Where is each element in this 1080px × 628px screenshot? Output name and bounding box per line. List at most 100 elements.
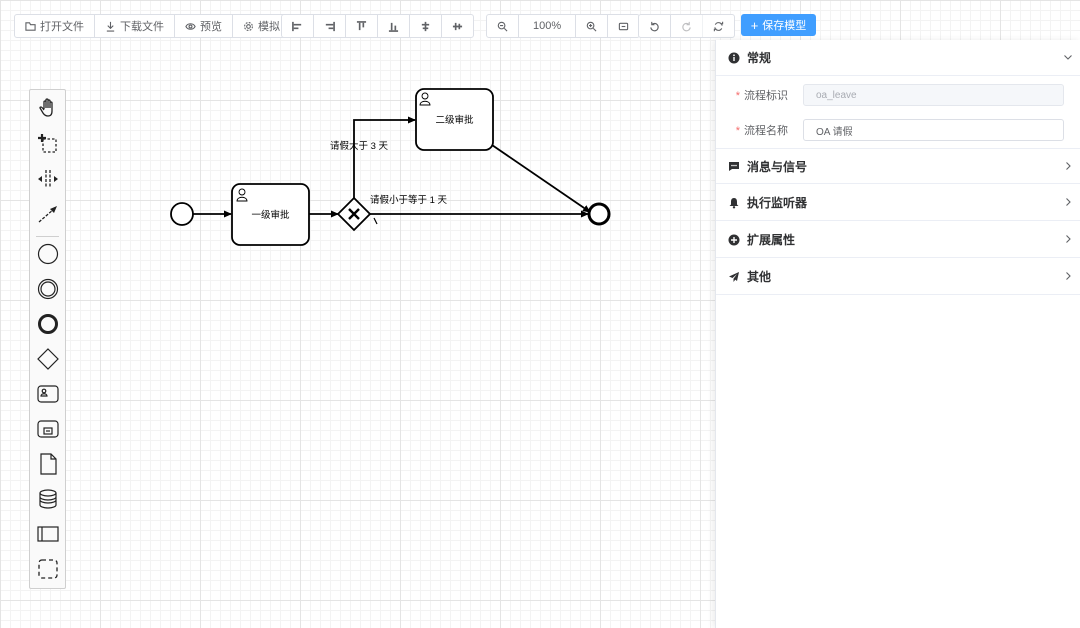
align-center-icon	[421, 21, 430, 31]
element-palette	[29, 89, 66, 589]
task-label: 一级审批	[251, 209, 290, 221]
section-extension-properties-title: 扩展属性	[747, 233, 796, 247]
chevron-right-icon	[1066, 272, 1071, 280]
gateway-icon	[36, 348, 59, 370]
bpmn-diagram[interactable]: 一级审批 二级审批 请假大于 3 天 请假小于等于 1 天	[0, 0, 715, 628]
space-tool[interactable]	[30, 163, 65, 195]
create-data-store[interactable]	[30, 483, 65, 515]
refresh-icon	[713, 21, 724, 31]
process-name-label-text: 流程名称	[744, 125, 788, 137]
download-file-button[interactable]: 下载文件	[95, 15, 175, 37]
default-flow-marker	[373, 217, 378, 225]
chevron-right-icon	[1066, 198, 1071, 206]
pool-icon	[36, 526, 59, 542]
open-file-label: 打开文件	[40, 21, 84, 33]
zoom-in-button[interactable]	[576, 15, 609, 37]
create-start-event[interactable]	[30, 238, 65, 270]
toolbar: 打开文件 下载文件 预览 模拟 100% + 保存模型	[0, 14, 1080, 38]
process-id-input[interactable]	[803, 84, 1064, 106]
create-group[interactable]	[30, 553, 65, 585]
fit-viewport-button[interactable]	[608, 15, 639, 37]
redo-button[interactable]	[671, 15, 703, 37]
align-middle-icon	[452, 22, 463, 30]
create-intermediate-event[interactable]	[30, 273, 65, 305]
chevron-right-icon	[1066, 235, 1071, 243]
gear-icon	[244, 21, 253, 31]
user-task-1[interactable]: 一级审批	[231, 183, 310, 246]
download-icon	[106, 21, 115, 32]
properties-panel: 常规 *流程标识 *流程名称 消息与信号 执行监听器 扩展属性 其他	[715, 40, 1080, 628]
zoom-button-group: 100%	[486, 14, 641, 38]
open-file-button[interactable]: 打开文件	[15, 15, 95, 37]
eye-icon	[185, 22, 196, 30]
section-other-title: 其他	[747, 270, 772, 284]
zoom-in-icon	[586, 21, 597, 31]
flow-gateway-task2[interactable]	[353, 116, 416, 198]
align-left-button[interactable]	[282, 15, 314, 37]
end-event-icon	[37, 314, 58, 334]
section-general[interactable]: 常规	[716, 40, 1080, 76]
align-middle-button[interactable]	[442, 15, 473, 37]
process-name-label: * 流程名称	[735, 125, 788, 137]
space-tool-icon	[37, 170, 58, 188]
create-user-task[interactable]	[30, 378, 65, 410]
create-end-event[interactable]	[30, 308, 65, 340]
align-bottom-button[interactable]	[378, 15, 410, 37]
flow-label-gt3[interactable]: 请假大于 3 天	[330, 140, 389, 152]
data-object-icon	[39, 453, 57, 475]
chevron-right-icon	[1066, 162, 1071, 170]
flow-task2-end[interactable]	[491, 144, 591, 213]
hand-icon	[38, 98, 53, 117]
zoom-level-label: 100%	[533, 20, 562, 32]
align-right-button[interactable]	[314, 15, 346, 37]
user-task-2[interactable]: 二级审批	[415, 88, 494, 151]
undo-button[interactable]	[639, 15, 671, 37]
section-other[interactable]: 其他	[716, 259, 1080, 295]
file-button-group: 打开文件 下载文件 预览 模拟	[14, 14, 291, 38]
create-pool[interactable]	[30, 518, 65, 550]
reset-button[interactable]	[703, 15, 734, 37]
task-label: 二级审批	[435, 114, 474, 126]
start-event-icon	[37, 243, 58, 265]
section-message-signal-title: 消息与信号	[747, 159, 808, 174]
save-model-label: 保存模型	[762, 20, 807, 32]
start-event[interactable]	[170, 202, 194, 226]
message-icon	[728, 160, 740, 172]
align-top-icon	[356, 20, 367, 30]
intermediate-event-icon	[37, 278, 58, 300]
exclusive-gateway[interactable]	[336, 196, 372, 232]
save-model-button[interactable]: + 保存模型	[741, 14, 816, 36]
section-general-title: 常规	[747, 51, 772, 65]
end-event[interactable]	[587, 202, 611, 226]
hand-tool[interactable]	[30, 92, 65, 124]
redo-icon	[682, 21, 691, 31]
align-right-icon	[325, 21, 335, 31]
preview-button[interactable]: 预览	[175, 15, 233, 37]
lasso-tool[interactable]	[30, 128, 65, 160]
process-name-input[interactable]	[803, 119, 1064, 141]
database-icon	[38, 489, 57, 509]
align-top-button[interactable]	[346, 15, 378, 37]
section-execution-listener-title: 执行监听器	[747, 196, 808, 210]
send-icon	[728, 271, 740, 283]
undo-icon	[650, 21, 659, 31]
simulate-label: 模拟	[258, 21, 280, 33]
process-id-label-text: 流程标识	[744, 90, 788, 102]
align-button-group	[281, 14, 474, 38]
zoom-out-button[interactable]	[487, 15, 519, 37]
align-center-button[interactable]	[410, 15, 442, 37]
process-id-row: * 流程标识	[716, 84, 1080, 106]
process-id-label: * 流程标识	[735, 90, 788, 102]
flow-label-le1[interactable]: 请假小于等于 1 天	[370, 194, 448, 206]
section-execution-listener[interactable]: 执行监听器	[716, 185, 1080, 221]
global-connect-tool[interactable]	[30, 198, 65, 230]
section-message-signal[interactable]: 消息与信号	[716, 148, 1080, 184]
section-extension-properties[interactable]: 扩展属性	[716, 222, 1080, 258]
subprocess-icon	[36, 420, 59, 438]
history-button-group	[638, 14, 735, 38]
align-bottom-icon	[388, 22, 399, 32]
create-subprocess[interactable]	[30, 413, 65, 445]
group-icon	[37, 559, 58, 579]
create-gateway[interactable]	[30, 343, 65, 375]
create-data-object[interactable]	[30, 448, 65, 480]
